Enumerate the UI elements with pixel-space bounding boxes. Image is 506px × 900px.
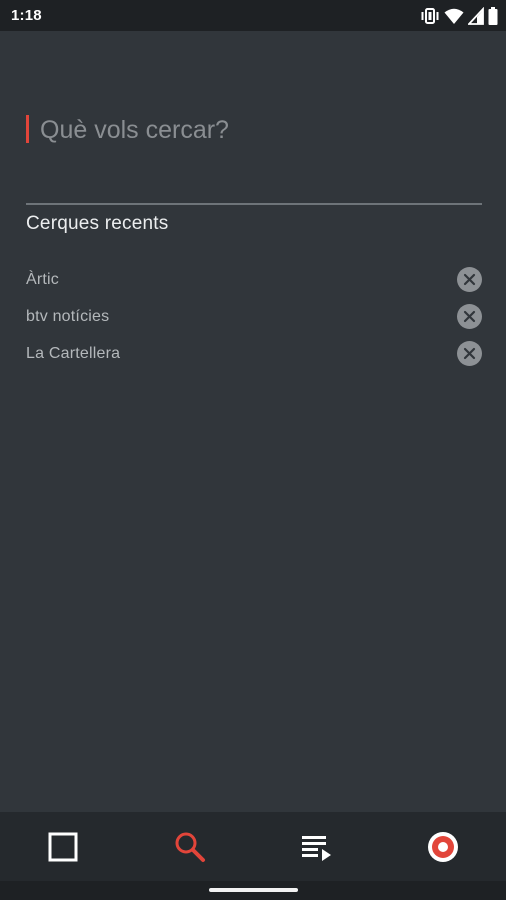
home-indicator[interactable]	[209, 888, 298, 892]
playlist-icon	[302, 836, 331, 861]
nav-search-button[interactable]	[172, 829, 208, 865]
search-input[interactable]	[40, 113, 480, 147]
live-record-icon	[428, 832, 458, 862]
remove-recent-button[interactable]	[457, 341, 482, 366]
status-icons	[420, 6, 498, 26]
bottom-navigation	[0, 812, 506, 881]
search-box[interactable]	[26, 113, 482, 153]
search-divider	[26, 203, 482, 205]
status-bar: 1:18	[0, 0, 506, 31]
nav-live-button[interactable]	[425, 829, 461, 865]
search-icon	[175, 832, 205, 862]
recent-search-item[interactable]: La Cartellera	[26, 335, 482, 372]
close-icon	[463, 310, 476, 323]
text-cursor	[26, 115, 29, 143]
signal-icon	[466, 6, 484, 25]
nav-playlist-button[interactable]	[298, 829, 334, 865]
recent-search-label[interactable]: btv notícies	[26, 308, 109, 326]
system-navigation-bar	[0, 881, 506, 900]
remove-recent-button[interactable]	[457, 304, 482, 329]
recent-searches-title: Cerques recents	[26, 213, 169, 234]
remove-recent-button[interactable]	[457, 267, 482, 292]
recent-search-item[interactable]: btv notícies	[26, 298, 482, 335]
search-screen: Cerques recents Àrtic btv notícies La Ca…	[0, 31, 506, 812]
wifi-icon	[444, 7, 464, 25]
recent-search-label[interactable]: La Cartellera	[26, 345, 120, 363]
status-time: 1:18	[11, 7, 42, 24]
recent-searches-list: Àrtic btv notícies La Cartellera	[26, 261, 482, 372]
recent-search-label[interactable]: Àrtic	[26, 271, 59, 289]
vibrate-icon	[420, 7, 440, 25]
nav-home-button[interactable]	[45, 829, 81, 865]
square-icon	[48, 832, 78, 862]
battery-icon	[488, 7, 498, 25]
close-icon	[463, 273, 476, 286]
close-icon	[463, 347, 476, 360]
recent-search-item[interactable]: Àrtic	[26, 261, 482, 298]
